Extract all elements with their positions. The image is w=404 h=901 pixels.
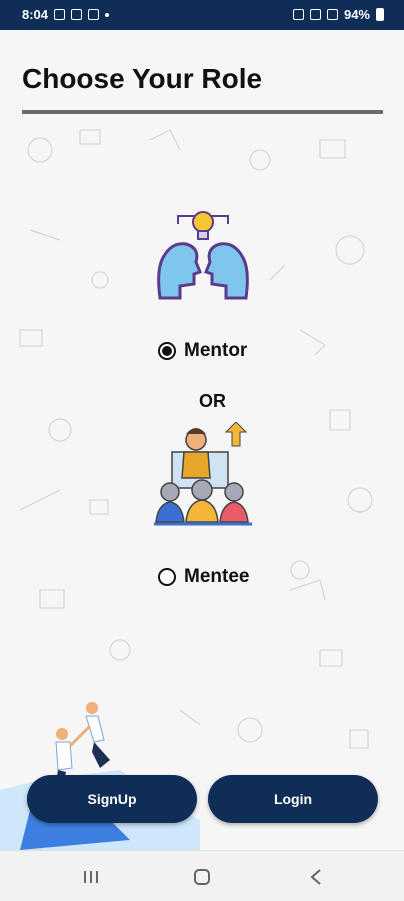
gmail-icon	[71, 9, 83, 20]
mentee-radio[interactable]	[158, 568, 176, 586]
signup-button[interactable]: SignUp	[27, 775, 197, 823]
signal-icon	[326, 9, 338, 20]
climbing-people-illustration	[0, 702, 200, 850]
battery-percent: 94%	[343, 7, 370, 22]
home-icon[interactable]	[191, 866, 213, 888]
main-content: Choose Your Role Mentor OR Mentee SignUp…	[0, 30, 404, 850]
status-bar: 8:04 94%	[0, 0, 404, 30]
cast-icon	[88, 9, 100, 20]
system-nav-bar	[0, 850, 404, 901]
page-title: Choose Your Role	[22, 63, 263, 94]
or-separator: OR	[199, 391, 226, 411]
mentor-label: Mentor	[184, 340, 248, 361]
back-icon[interactable]	[305, 866, 327, 888]
mentee-group-icon	[154, 422, 252, 526]
login-button[interactable]: Login	[208, 775, 378, 823]
battery-icon	[376, 8, 384, 21]
mentor-radio[interactable]	[158, 342, 176, 360]
gallery-icon	[54, 9, 66, 20]
mentor-heads-lightbulb-icon	[157, 211, 249, 300]
recent-apps-icon[interactable]	[80, 866, 102, 888]
mute-icon	[292, 9, 304, 20]
title-divider	[22, 110, 383, 114]
notification-dot-icon	[105, 12, 110, 17]
mentor-option[interactable]: Mentor	[158, 340, 247, 362]
wifi-icon	[309, 9, 321, 20]
mentee-label: Mentee	[184, 566, 250, 587]
status-time: 8:04	[22, 7, 49, 22]
mentee-option[interactable]: Mentee	[158, 566, 249, 588]
